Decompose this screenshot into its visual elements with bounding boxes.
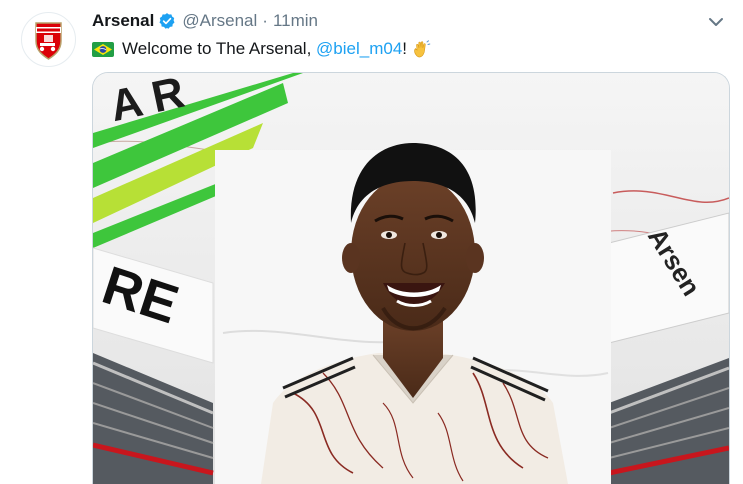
chevron-down-icon[interactable] <box>705 12 727 32</box>
arsenal-avatar[interactable] <box>21 12 76 67</box>
mention-link[interactable]: @biel_m04 <box>316 39 402 59</box>
verified-badge-icon <box>159 13 175 29</box>
video-frame: A R RE Arsen <box>93 73 729 484</box>
brazil-flag-icon <box>92 41 114 57</box>
tweet-timestamp[interactable]: 11min <box>273 11 318 31</box>
author-handle[interactable]: @Arsenal <box>182 11 257 31</box>
tweet-header: Arsenal @Arsenal · 11min <box>92 10 318 32</box>
separator-dot: · <box>262 11 268 30</box>
tweet-text-suffix: ! <box>402 39 408 58</box>
tweet-media-video[interactable]: A R RE Arsen <box>92 72 730 484</box>
arsenal-crest-icon <box>35 22 62 60</box>
author-name[interactable]: Arsenal <box>92 11 154 31</box>
tweet-text-prefix: Welcome to The Arsenal, <box>122 39 317 58</box>
waving-hand-icon <box>414 40 431 58</box>
tweet-text: Welcome to The Arsenal, @biel_m04 ! <box>92 36 431 62</box>
